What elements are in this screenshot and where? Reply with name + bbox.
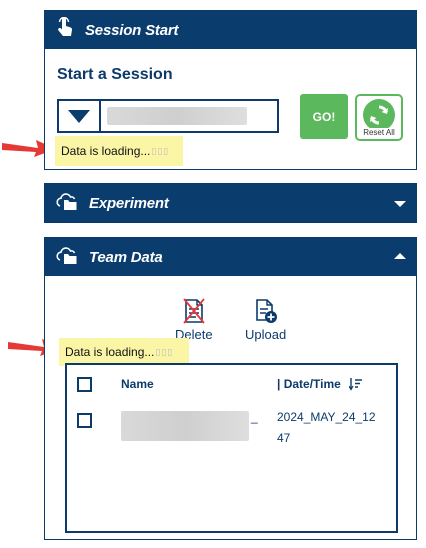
delete-file-icon: [183, 298, 205, 327]
row-datetime-line2: 47: [277, 431, 291, 445]
experiment-title: Experiment: [89, 194, 169, 212]
start-session-heading: Start a Session: [57, 66, 173, 83]
loading-status: Data is loading... ▯▯▯: [55, 136, 183, 166]
experiment-panel: Experiment: [44, 183, 417, 223]
delete-button[interactable]: Delete: [175, 298, 213, 342]
loading-status: Data is loading... ▯▯▯: [59, 338, 189, 366]
go-button[interactable]: GO!: [300, 94, 348, 139]
session-select-value[interactable]: [101, 101, 277, 131]
session-start-header[interactable]: Session Start: [45, 11, 416, 49]
column-header-datetime[interactable]: | Date/Time: [277, 377, 341, 391]
row-datetime-line1: 2024_MAY_24_12: [277, 410, 376, 424]
loading-text: Data is loading...: [61, 144, 151, 158]
reset-all-button[interactable]: Reset All: [355, 94, 403, 141]
select-all-checkbox[interactable]: [77, 377, 92, 392]
cloud-folder-icon: [55, 191, 79, 216]
chevron-down-icon[interactable]: [394, 201, 406, 207]
team-data-table: Name | Date/Time _ 2024_MAY_24_12 47: [65, 363, 398, 533]
upload-file-icon: [254, 298, 278, 327]
redacted-name: [121, 411, 249, 441]
team-data-title: Team Data: [89, 248, 163, 266]
chevron-down-icon: [68, 109, 90, 123]
row-name-fragment: _: [251, 410, 258, 424]
column-header-name[interactable]: Name: [121, 377, 154, 391]
sort-icon[interactable]: [348, 377, 363, 396]
session-start-panel: Session Start Start a Session GO! Reset …: [44, 10, 417, 170]
dropdown-toggle-button[interactable]: [59, 101, 101, 131]
team-data-panel: Team Data Delete Upload Data is loading.…: [44, 237, 417, 540]
hand-pointer-icon: [55, 16, 75, 44]
session-start-title: Session Start: [85, 21, 179, 39]
reset-all-label: Reset All: [362, 128, 396, 137]
team-data-header[interactable]: Team Data: [45, 238, 416, 276]
cloud-folder-icon: [55, 245, 79, 270]
loading-dots: ▯▯▯: [155, 346, 174, 357]
loading-dots: ▯▯▯: [151, 145, 170, 156]
chevron-up-icon[interactable]: [394, 253, 406, 259]
row-checkbox[interactable]: [77, 413, 92, 428]
loading-text: Data is loading...: [65, 345, 155, 359]
upload-label: Upload: [245, 327, 287, 342]
experiment-header[interactable]: Experiment: [45, 184, 416, 222]
redacted-value: [107, 107, 247, 125]
upload-button[interactable]: Upload: [245, 298, 286, 342]
session-select[interactable]: [57, 99, 279, 133]
refresh-icon: [363, 99, 395, 131]
